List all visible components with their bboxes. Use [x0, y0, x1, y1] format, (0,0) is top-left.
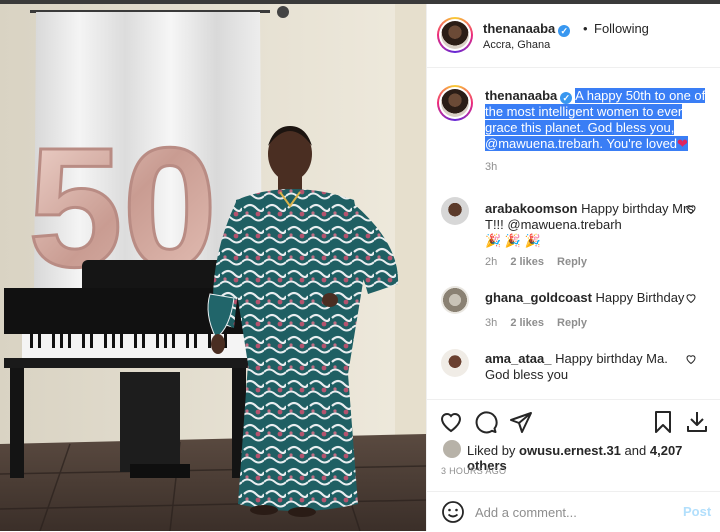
comment-text: arabakoomson Happy birthday Mrs T!!! @ma… [485, 201, 695, 249]
liked-by-prefix: Liked by [467, 443, 516, 458]
caption-time[interactable]: 3h [485, 161, 497, 173]
comment-time[interactable]: 3h [485, 317, 497, 329]
post-header: thenanaaba ✓ • Following Accra, Ghana [427, 4, 720, 68]
liked-by-user[interactable]: owusu.ernest.31 [519, 443, 621, 458]
instagram-post: 50 thenanaaba ✓ • Following Accra, Ghana… [0, 0, 720, 531]
following-button[interactable]: Following [594, 21, 649, 36]
heart-outline-icon[interactable] [685, 203, 697, 215]
comment-time[interactable]: 2h [485, 256, 497, 268]
caption-username[interactable]: thenanaaba ✓ [485, 88, 573, 104]
liker-avatar[interactable] [443, 440, 461, 458]
add-comment-input[interactable] [475, 501, 675, 523]
caption-avatar[interactable] [437, 85, 473, 121]
comments-list[interactable]: thenanaaba ✓ A happy 50th to one of the m… [427, 69, 720, 399]
comment-body: Happy Birthday [595, 290, 685, 305]
post-actions: Liked by owusu.ernest.31 and 4,207 other… [427, 399, 720, 531]
post-panel: thenanaaba ✓ • Following Accra, Ghana the… [426, 4, 720, 531]
commenter-avatar[interactable] [441, 197, 469, 225]
comment-meta: 3h 2 likes Reply [485, 317, 597, 329]
author-avatar[interactable] [437, 17, 473, 53]
verified-badge-icon: ✓ [560, 92, 573, 104]
save-bookmark-icon[interactable] [651, 410, 675, 434]
comment-likes[interactable]: 2 likes [510, 317, 544, 329]
comment-likes[interactable]: 2 likes [510, 256, 544, 268]
posted-time[interactable]: 3 HOURS AGO [441, 466, 506, 476]
caption-text: thenanaaba ✓ A happy 50th to one of the m… [485, 88, 707, 152]
red-heart-emoji: ❤ [677, 136, 688, 151]
heart-outline-icon[interactable] [685, 353, 697, 365]
commenter-avatar[interactable] [441, 286, 469, 314]
post-photo[interactable]: 50 [0, 4, 426, 531]
post-comment-button[interactable]: Post [683, 504, 711, 519]
heart-outline-icon[interactable] [685, 292, 697, 304]
reply-button[interactable]: Reply [557, 256, 587, 268]
commenter-avatar[interactable] [441, 349, 469, 377]
comment-text: ama_ataa_ Happy birthday Ma. God bless y… [485, 351, 695, 383]
comment-meta: 2h 2 likes Reply [485, 256, 597, 268]
download-icon[interactable] [685, 410, 709, 434]
verified-badge-icon: ✓ [558, 25, 571, 37]
comment-bubble-icon[interactable] [474, 410, 498, 434]
reply-button[interactable]: Reply [557, 317, 587, 329]
liked-by-and: and [624, 443, 647, 458]
add-comment-bar: Post [427, 491, 720, 532]
comment-text: ghana_goldcoast Happy Birthday [485, 290, 695, 306]
comment-username[interactable]: ama_ataa_ [485, 351, 552, 366]
comment-username[interactable]: ghana_goldcoast [485, 290, 592, 305]
party-emoji: 🎉 🎉 🎉 [485, 233, 541, 248]
separator-dot: • [583, 21, 588, 36]
share-paper-plane-icon[interactable] [509, 410, 533, 434]
comment-username[interactable]: arabakoomson [485, 201, 577, 216]
like-heart-icon[interactable] [439, 410, 463, 434]
author-username[interactable]: thenanaaba ✓ [483, 21, 571, 37]
photo-illustration: 50 [0, 4, 426, 531]
post-location[interactable]: Accra, Ghana [483, 39, 550, 51]
emoji-smile-icon[interactable] [441, 500, 465, 524]
